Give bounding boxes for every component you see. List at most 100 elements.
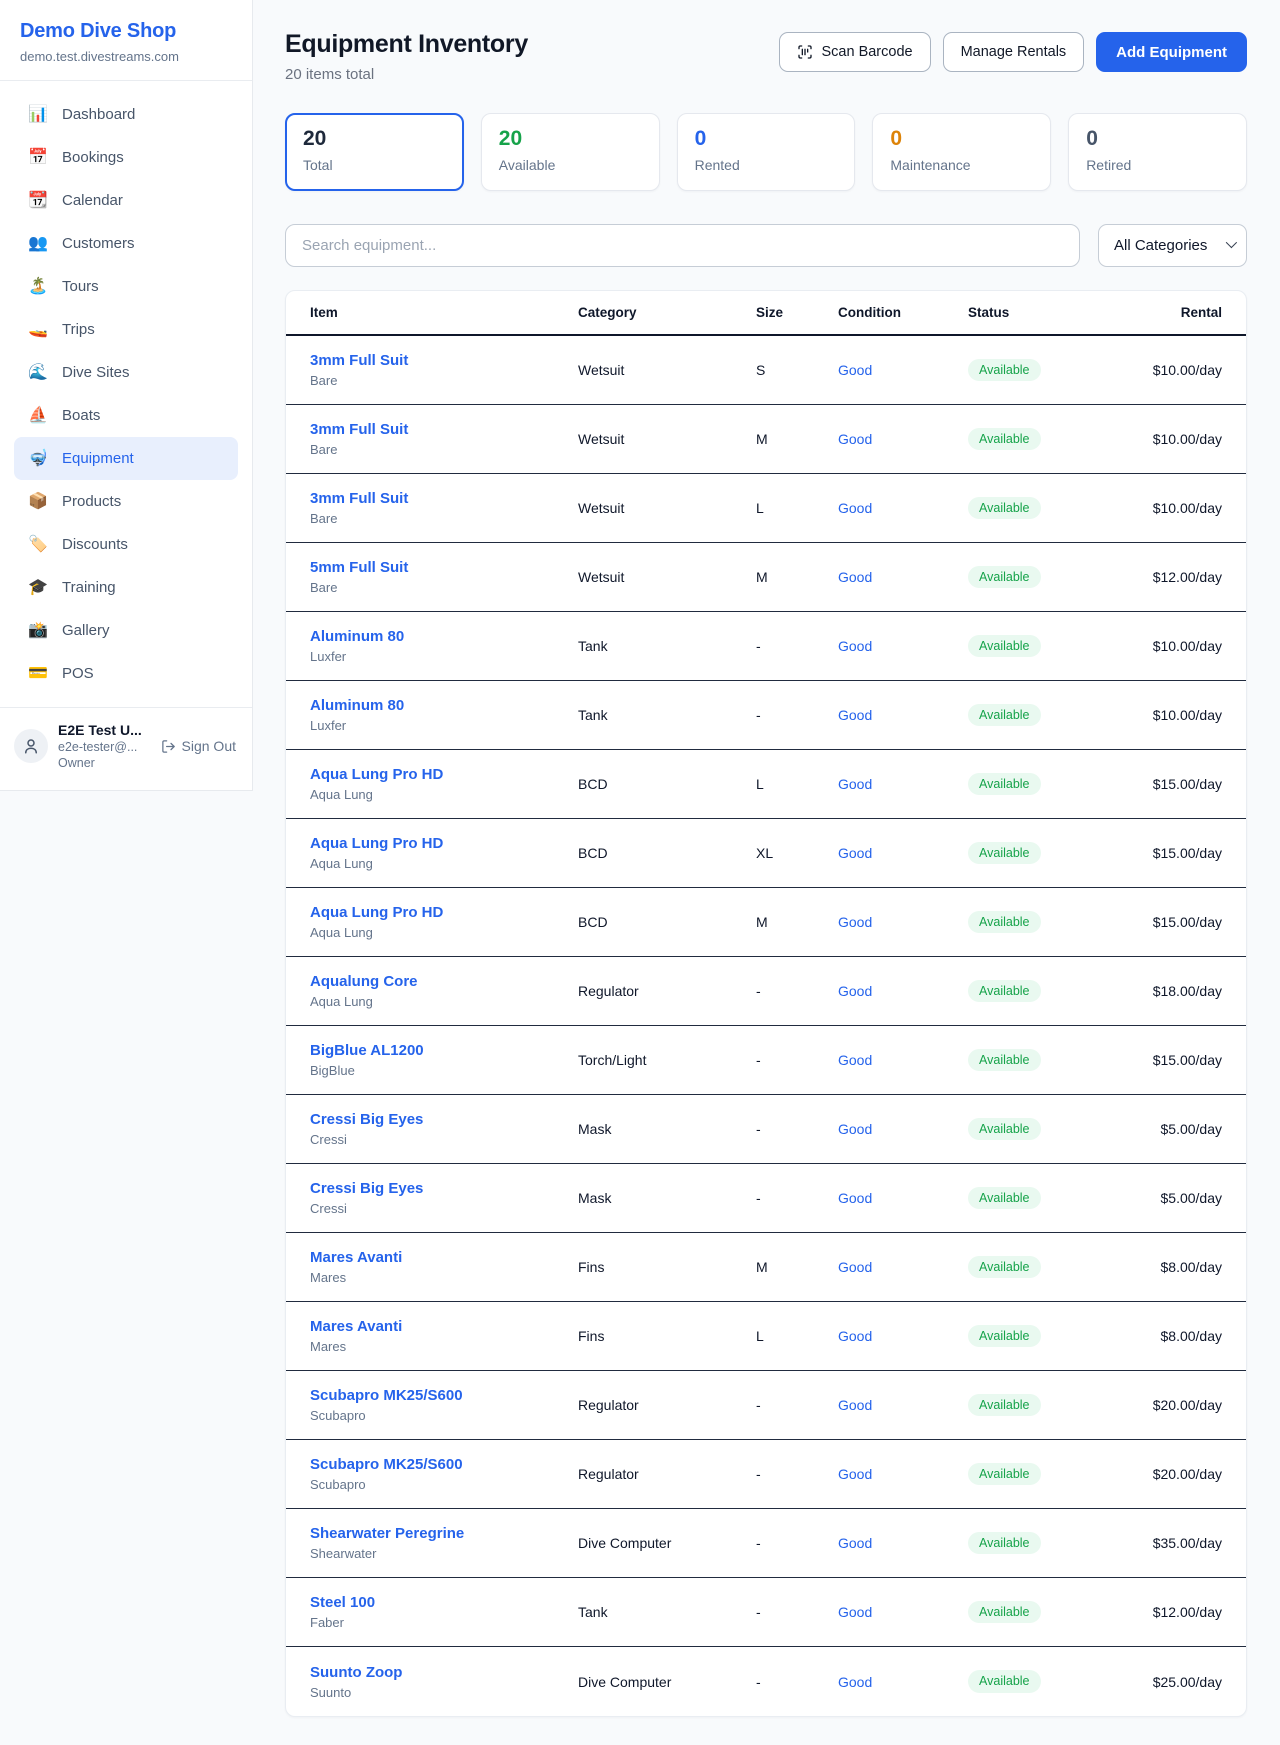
stat-card-available[interactable]: 20 Available (481, 113, 660, 191)
condition-link[interactable]: Good (838, 1466, 968, 1482)
condition-link[interactable]: Good (838, 983, 968, 999)
sidebar-item-gallery[interactable]: 📸 Gallery (14, 609, 238, 652)
item-name-link[interactable]: Aluminum 80 (310, 628, 578, 645)
sidebar-item-boats[interactable]: ⛵ Boats (14, 394, 238, 437)
item-name-link[interactable]: Steel 100 (310, 1594, 578, 1611)
rental-cell: $15.00/day (1108, 845, 1222, 861)
status-cell: Available (968, 842, 1108, 865)
sidebar-item-training[interactable]: 🎓 Training (14, 566, 238, 609)
condition-link[interactable]: Good (838, 845, 968, 861)
table-row[interactable]: Shearwater Peregrine Shearwater Dive Com… (286, 1509, 1246, 1578)
table-row[interactable]: BigBlue AL1200 BigBlue Torch/Light - Goo… (286, 1026, 1246, 1095)
item-name-link[interactable]: Suunto Zoop (310, 1664, 578, 1681)
sidebar-item-products[interactable]: 📦 Products (14, 480, 238, 523)
category-cell: Dive Computer (578, 1535, 756, 1551)
avatar (14, 729, 48, 763)
sidebar-item-calendar[interactable]: 📆 Calendar (14, 179, 238, 222)
item-brand: Aqua Lung (310, 925, 578, 940)
table-row[interactable]: Mares Avanti Mares Fins M Good Available… (286, 1233, 1246, 1302)
item-name-link[interactable]: Mares Avanti (310, 1318, 578, 1335)
category-select-wrap: All Categories (1098, 224, 1247, 267)
item-name-link[interactable]: BigBlue AL1200 (310, 1042, 578, 1059)
item-name-link[interactable]: Cressi Big Eyes (310, 1180, 578, 1197)
table-row[interactable]: Scubapro MK25/S600 Scubapro Regulator - … (286, 1371, 1246, 1440)
sign-out-button[interactable]: Sign Out (161, 738, 238, 754)
item-name-link[interactable]: Aqua Lung Pro HD (310, 835, 578, 852)
condition-link[interactable]: Good (838, 1121, 968, 1137)
condition-link[interactable]: Good (838, 1535, 968, 1551)
item-name-link[interactable]: Cressi Big Eyes (310, 1111, 578, 1128)
stat-card-retired[interactable]: 0 Retired (1068, 113, 1247, 191)
manage-rentals-button[interactable]: Manage Rentals (943, 32, 1085, 72)
sidebar-item-equipment[interactable]: 🤿 Equipment (14, 437, 238, 480)
item-name-link[interactable]: Scubapro MK25/S600 (310, 1387, 578, 1404)
item-name-link[interactable]: Aqua Lung Pro HD (310, 904, 578, 921)
item-name-link[interactable]: Scubapro MK25/S600 (310, 1456, 578, 1473)
scan-barcode-button[interactable]: Scan Barcode (779, 32, 930, 72)
item-cell: BigBlue AL1200 BigBlue (310, 1042, 578, 1078)
item-name-link[interactable]: Shearwater Peregrine (310, 1525, 578, 1542)
category-cell: Regulator (578, 1397, 756, 1413)
item-name-link[interactable]: Aqualung Core (310, 973, 578, 990)
sidebar-item-tours[interactable]: 🏝️ Tours (14, 265, 238, 308)
item-name-link[interactable]: Aqua Lung Pro HD (310, 766, 578, 783)
table-row[interactable]: Aqua Lung Pro HD Aqua Lung BCD XL Good A… (286, 819, 1246, 888)
condition-link[interactable]: Good (838, 1397, 968, 1413)
status-cell: Available (968, 497, 1108, 520)
sidebar-item-discounts[interactable]: 🏷️ Discounts (14, 523, 238, 566)
condition-link[interactable]: Good (838, 914, 968, 930)
table-row[interactable]: Steel 100 Faber Tank - Good Available $1… (286, 1578, 1246, 1647)
condition-link[interactable]: Good (838, 1674, 968, 1690)
condition-link[interactable]: Good (838, 1604, 968, 1620)
bar-chart-icon: 📊 (28, 107, 48, 123)
sidebar-item-dive-sites[interactable]: 🌊 Dive Sites (14, 351, 238, 394)
item-name-link[interactable]: 3mm Full Suit (310, 490, 578, 507)
item-name-link[interactable]: Aluminum 80 (310, 697, 578, 714)
search-input[interactable] (285, 224, 1080, 267)
status-badge: Available (968, 1049, 1041, 1072)
table-row[interactable]: Aluminum 80 Luxfer Tank - Good Available… (286, 612, 1246, 681)
table-row[interactable]: Aqualung Core Aqua Lung Regulator - Good… (286, 957, 1246, 1026)
table-row[interactable]: Cressi Big Eyes Cressi Mask - Good Avail… (286, 1095, 1246, 1164)
condition-link[interactable]: Good (838, 638, 968, 654)
condition-link[interactable]: Good (838, 707, 968, 723)
item-name-link[interactable]: 5mm Full Suit (310, 559, 578, 576)
table-row[interactable]: Aqua Lung Pro HD Aqua Lung BCD L Good Av… (286, 750, 1246, 819)
condition-link[interactable]: Good (838, 1328, 968, 1344)
table-row[interactable]: 3mm Full Suit Bare Wetsuit M Good Availa… (286, 405, 1246, 474)
sidebar-item-customers[interactable]: 👥 Customers (14, 222, 238, 265)
stat-card-maintenance[interactable]: 0 Maintenance (872, 113, 1051, 191)
condition-link[interactable]: Good (838, 776, 968, 792)
item-name-link[interactable]: 3mm Full Suit (310, 421, 578, 438)
item-cell: Cressi Big Eyes Cressi (310, 1180, 578, 1216)
sidebar-item-pos[interactable]: 💳 POS (14, 652, 238, 695)
table-row[interactable]: Scubapro MK25/S600 Scubapro Regulator - … (286, 1440, 1246, 1509)
condition-link[interactable]: Good (838, 1190, 968, 1206)
condition-link[interactable]: Good (838, 500, 968, 516)
add-equipment-button[interactable]: Add Equipment (1096, 32, 1247, 72)
table-row[interactable]: Cressi Big Eyes Cressi Mask - Good Avail… (286, 1164, 1246, 1233)
table-row[interactable]: Aluminum 80 Luxfer Tank - Good Available… (286, 681, 1246, 750)
condition-link[interactable]: Good (838, 431, 968, 447)
condition-link[interactable]: Good (838, 1259, 968, 1275)
table-row[interactable]: 3mm Full Suit Bare Wetsuit S Good Availa… (286, 336, 1246, 405)
scan-barcode-label: Scan Barcode (821, 44, 912, 60)
stat-card-rented[interactable]: 0 Rented (677, 113, 856, 191)
sidebar-item-trips[interactable]: 🚤 Trips (14, 308, 238, 351)
shop-name[interactable]: Demo Dive Shop (20, 20, 232, 43)
table-row[interactable]: Aqua Lung Pro HD Aqua Lung BCD M Good Av… (286, 888, 1246, 957)
table-row[interactable]: Suunto Zoop Suunto Dive Computer - Good … (286, 1647, 1246, 1716)
table-row[interactable]: Mares Avanti Mares Fins L Good Available… (286, 1302, 1246, 1371)
stat-label: Total (303, 157, 446, 173)
item-name-link[interactable]: Mares Avanti (310, 1249, 578, 1266)
sidebar-item-dashboard[interactable]: 📊 Dashboard (14, 93, 238, 136)
sidebar-item-bookings[interactable]: 📅 Bookings (14, 136, 238, 179)
condition-link[interactable]: Good (838, 569, 968, 585)
table-row[interactable]: 3mm Full Suit Bare Wetsuit L Good Availa… (286, 474, 1246, 543)
table-row[interactable]: 5mm Full Suit Bare Wetsuit M Good Availa… (286, 543, 1246, 612)
stat-card-total[interactable]: 20 Total (285, 113, 464, 191)
condition-link[interactable]: Good (838, 362, 968, 378)
category-select[interactable]: All Categories (1098, 224, 1247, 267)
condition-link[interactable]: Good (838, 1052, 968, 1068)
item-name-link[interactable]: 3mm Full Suit (310, 352, 578, 369)
